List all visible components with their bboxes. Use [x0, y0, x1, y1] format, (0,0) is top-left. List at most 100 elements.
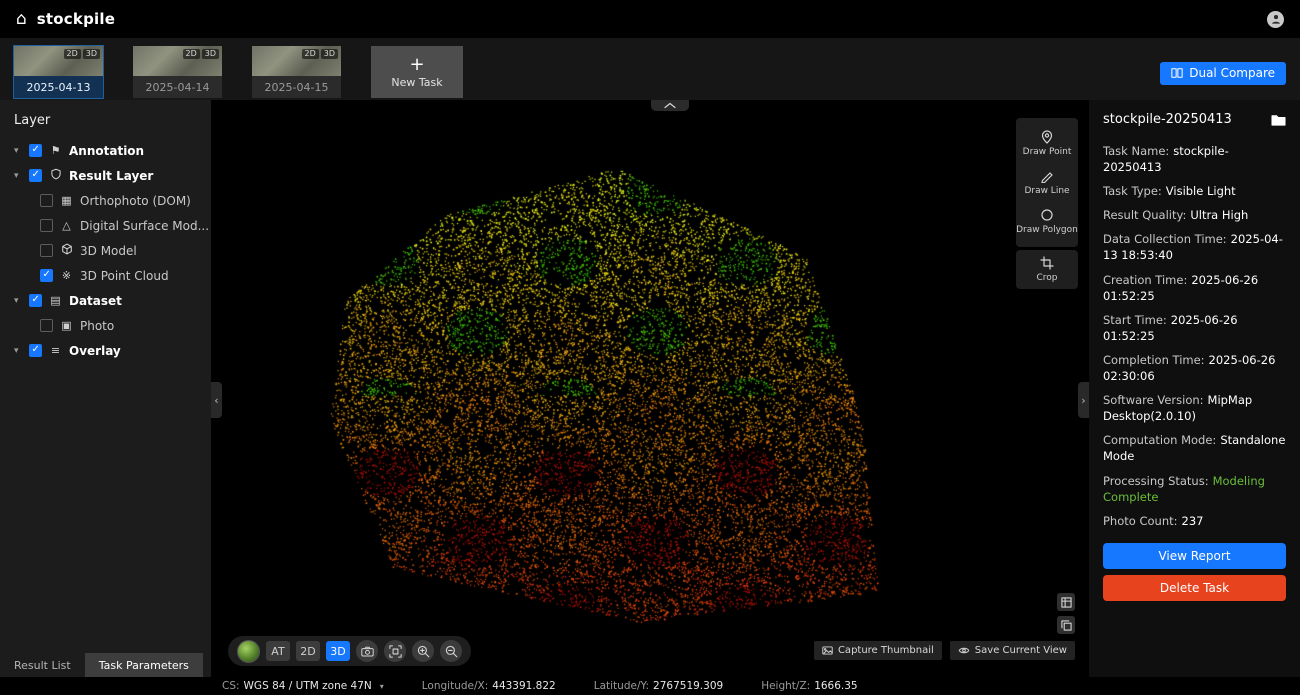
crop-button[interactable]: Crop [1016, 250, 1078, 289]
user-avatar[interactable] [1267, 11, 1284, 28]
zoom-in-button[interactable] [412, 640, 434, 662]
polygon-icon [1040, 208, 1054, 222]
badge-3d: 3D [83, 49, 100, 59]
task-card-2025-04-13[interactable]: 2D 3D 2025-04-13 [14, 46, 103, 98]
task-fields: Task Name:stockpile-20250413 Task Type:V… [1103, 143, 1286, 537]
delete-task-button[interactable]: Delete Task [1103, 575, 1286, 601]
longitude-readout: Longitude/X: 443391.822 [422, 680, 556, 692]
draw-tools-panel: Draw Point Draw Line Draw Polygon [1016, 118, 1078, 247]
camera-button[interactable] [356, 640, 378, 662]
layer-item-photo[interactable]: ▣ Photo [0, 313, 211, 338]
zoom-out-button[interactable] [440, 640, 462, 662]
map-image-icon: ▦ [59, 194, 74, 207]
home-icon[interactable]: ⌂ [16, 11, 27, 28]
task-date: 2025-04-13 [14, 76, 103, 98]
checkbox-overlay[interactable] [29, 344, 42, 357]
basemap-widget-button[interactable] [1057, 593, 1075, 611]
dataset-icon: ▤ [48, 294, 63, 307]
layer-item-3d-point-cloud[interactable]: ※ 3D Point Cloud [0, 263, 211, 288]
task-details-title: stockpile-20250413 [1103, 112, 1232, 127]
capture-thumbnail-button[interactable]: Capture Thumbnail [814, 641, 942, 660]
field-label: Result Quality: [1103, 208, 1186, 222]
terrain-icon: △ [59, 219, 74, 232]
field-completion-time: Completion Time:2025-06-26 02:30:06 [1103, 352, 1286, 384]
draw-polygon-button[interactable]: Draw Polygon [1016, 202, 1078, 241]
mode-3d-button[interactable]: 3D [326, 641, 350, 661]
layer-item-dsm[interactable]: △ Digital Surface Mod... [0, 213, 211, 238]
eye-icon [958, 646, 970, 655]
checkbox-dsm[interactable] [40, 219, 53, 232]
copy-view-widget-button[interactable] [1057, 616, 1075, 634]
field-processing-status: Processing Status:Modeling Complete [1103, 473, 1286, 505]
collapse-top-button[interactable] [651, 100, 689, 111]
checkbox-3d-model[interactable] [40, 244, 53, 257]
point-cloud-icon: ※ [59, 269, 74, 282]
mode-at-button[interactable]: AT [266, 641, 290, 661]
layer-item-orthophoto[interactable]: ▦ Orthophoto (DOM) [0, 188, 211, 213]
folder-icon[interactable] [1271, 114, 1286, 126]
flag-icon: ⚑ [48, 144, 63, 157]
viewer-corner-widgets [1057, 593, 1075, 634]
field-label: Data Collection Time: [1103, 232, 1227, 246]
field-data-collection-time: Data Collection Time:2025-04-13 18:53:40 [1103, 231, 1286, 263]
field-label: Computation Mode: [1103, 433, 1216, 447]
task-thumbnail-image: 2D 3D [252, 46, 341, 76]
checkbox-photo[interactable] [40, 319, 53, 332]
layer-group-dataset[interactable]: ▾ ▤ Dataset [0, 288, 211, 313]
chevron-down-icon: ▾ [380, 682, 384, 691]
field-label: Software Version: [1103, 393, 1204, 407]
collapse-right-button[interactable]: › [1078, 382, 1089, 418]
task-card-2025-04-15[interactable]: 2D 3D 2025-04-15 [252, 46, 341, 98]
tab-result-list[interactable]: Result List [0, 653, 85, 677]
checkbox-3d-point-cloud[interactable] [40, 269, 53, 282]
cs-label: CS: [222, 680, 240, 692]
dual-compare-button[interactable]: Dual Compare [1160, 62, 1286, 85]
checkbox-orthophoto[interactable] [40, 194, 53, 207]
crop-panel: Crop [1016, 250, 1078, 289]
layer-group-annotation[interactable]: ▾ ⚑ Annotation [0, 138, 211, 163]
minimap-thumbnail[interactable] [237, 640, 260, 663]
draw-point-label: Draw Point [1023, 147, 1072, 157]
chevron-down-icon[interactable]: ▾ [14, 296, 23, 306]
layer-group-result-layer[interactable]: ▾ Result Layer [0, 163, 211, 188]
layer-label: Result Layer [69, 169, 153, 183]
layer-label: 3D Model [80, 244, 137, 258]
field-software-version: Software Version:MipMap Desktop(2.0.10) [1103, 392, 1286, 424]
layer-tree: ▾ ⚑ Annotation ▾ Result Layer ▦ Orthopho… [0, 138, 211, 363]
point-cloud-viewer[interactable]: ‹ › Draw Point Draw Line Draw Polygon Cr… [211, 100, 1089, 677]
save-current-view-button[interactable]: Save Current View [950, 641, 1075, 660]
view-report-button[interactable]: View Report [1103, 543, 1286, 569]
point-cloud-canvas[interactable] [211, 100, 1089, 677]
checkbox-result-layer[interactable] [29, 169, 42, 182]
field-value: 237 [1182, 514, 1204, 528]
field-label: Completion Time: [1103, 353, 1205, 367]
mode-2d-button[interactable]: 2D [296, 641, 320, 661]
top-bar: ⌂ stockpile [0, 0, 1300, 38]
crop-icon [1040, 256, 1054, 270]
chevron-down-icon[interactable]: ▾ [14, 171, 23, 181]
layer-group-overlay[interactable]: ▾ ≡ Overlay [0, 338, 211, 363]
tab-task-parameters[interactable]: Task Parameters [85, 653, 203, 677]
checkbox-annotation[interactable] [29, 144, 42, 157]
field-photo-count: Photo Count:237 [1103, 513, 1286, 529]
layer-label: Photo [80, 319, 114, 333]
field-result-quality: Result Quality:Ultra High [1103, 207, 1286, 223]
draw-line-button[interactable]: Draw Line [1016, 163, 1078, 202]
draw-point-button[interactable]: Draw Point [1016, 124, 1078, 163]
height-readout: Height/Z: 1666.35 [761, 680, 857, 692]
new-task-button[interactable]: + New Task [371, 46, 463, 98]
frame-capture-button[interactable] [384, 640, 406, 662]
checkbox-dataset[interactable] [29, 294, 42, 307]
layer-item-3d-model[interactable]: 3D Model [0, 238, 211, 263]
collapse-left-button[interactable]: ‹ [211, 382, 222, 418]
chevron-down-icon[interactable]: ▾ [14, 346, 23, 356]
coordinate-system-select[interactable]: CS: WGS 84 / UTM zone 47N ▾ [222, 680, 384, 692]
badge-3d: 3D [202, 49, 219, 59]
sidebar-bottom-tabs: Result List Task Parameters [0, 653, 211, 677]
field-value: Visible Light [1166, 184, 1236, 198]
copy-icon [1061, 620, 1072, 631]
task-card-2025-04-14[interactable]: 2D 3D 2025-04-14 [133, 46, 222, 98]
pencil-icon [1040, 169, 1054, 183]
layer-label: Digital Surface Mod... [80, 219, 209, 233]
chevron-down-icon[interactable]: ▾ [14, 146, 23, 156]
